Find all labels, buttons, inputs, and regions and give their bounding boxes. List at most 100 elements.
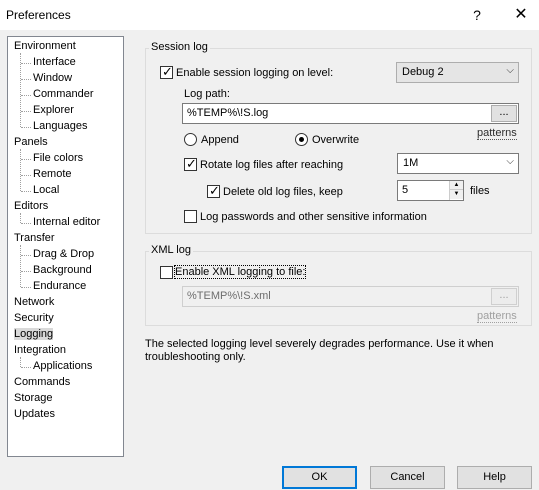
stepper-buttons: ▲ ▼ bbox=[449, 181, 463, 200]
tree-item-label: Remote bbox=[33, 168, 72, 180]
enable-xml-logging-checkbox[interactable] bbox=[160, 266, 173, 279]
tree-item-label: Environment bbox=[14, 40, 76, 52]
rotate-size-value: 1M bbox=[403, 157, 419, 169]
rotate-log-files-checkbox[interactable]: ✓ bbox=[184, 156, 197, 171]
enable-xml-logging-label[interactable]: Enable XML logging to file: bbox=[173, 265, 307, 279]
cancel-button[interactable]: Cancel bbox=[370, 466, 445, 489]
tree-item[interactable]: Interface bbox=[33, 55, 76, 71]
tree-item-label: Commander bbox=[33, 88, 94, 100]
tree-connector bbox=[21, 191, 31, 192]
radio-selected-dot bbox=[299, 137, 304, 142]
preferences-tree[interactable]: Environment Interface Window Commander Explo… bbox=[7, 36, 124, 457]
tree-connector bbox=[21, 63, 31, 64]
tree-item-label: Applications bbox=[33, 360, 93, 372]
delete-old-log-files-label[interactable]: Delete old log files, keep bbox=[223, 186, 343, 198]
tree-item[interactable]: Integration bbox=[14, 343, 66, 359]
tree-item-label: Interface bbox=[33, 56, 76, 68]
log-path-value: %TEMP%\!S.log bbox=[187, 107, 269, 119]
xml-log-path-value: %TEMP%\!S.xml bbox=[187, 290, 271, 302]
tree-connector bbox=[21, 95, 31, 96]
append-label[interactable]: Append bbox=[201, 134, 239, 146]
tree-item[interactable]: File colors bbox=[33, 151, 83, 167]
tree-connector bbox=[21, 111, 31, 112]
window-title: Preferences bbox=[6, 8, 71, 22]
check-icon: ✓ bbox=[209, 183, 220, 198]
tree-item[interactable]: Remote bbox=[33, 167, 72, 183]
tree-item-label: Transfer bbox=[14, 232, 55, 244]
tree-item[interactable]: Local bbox=[33, 183, 59, 199]
overwrite-label[interactable]: Overwrite bbox=[312, 134, 359, 146]
tree-item-label: Network bbox=[14, 296, 55, 308]
tree-connector bbox=[21, 271, 31, 272]
keep-files-stepper[interactable]: 5 ▲ ▼ bbox=[397, 180, 464, 201]
tree-item-label: Panels bbox=[14, 136, 48, 148]
files-label: files bbox=[470, 185, 490, 197]
tree-connector bbox=[20, 213, 21, 223]
tree-connector bbox=[20, 53, 21, 127]
xml-log-path-input[interactable]: %TEMP%\!S.xml bbox=[182, 286, 519, 307]
xml-log-path-browse-button[interactable]: ... bbox=[491, 288, 517, 305]
tree-item[interactable]: Updates bbox=[14, 407, 55, 423]
tree-connector bbox=[21, 367, 31, 368]
log-path-browse-button[interactable]: ... bbox=[491, 105, 517, 122]
stepper-down-icon[interactable]: ▼ bbox=[450, 190, 463, 199]
delete-old-log-files-checkbox[interactable]: ✓ bbox=[207, 183, 220, 198]
tree-connector bbox=[21, 79, 31, 80]
enable-session-logging-label[interactable]: Enable session logging on level: bbox=[176, 67, 333, 79]
tree-item[interactable]: Commander bbox=[33, 87, 94, 103]
log-passwords-label[interactable]: Log passwords and other sensitive inform… bbox=[200, 211, 427, 223]
tree-item-label: Drag & Drop bbox=[33, 248, 95, 260]
ok-button[interactable]: OK bbox=[282, 466, 357, 489]
close-icon[interactable]: ✕ bbox=[508, 4, 534, 26]
tree-item-label: Explorer bbox=[33, 104, 74, 116]
tree-item[interactable]: Security bbox=[14, 311, 54, 327]
tree-item[interactable]: Window bbox=[33, 71, 72, 87]
chevron-down-icon: ⌵ bbox=[506, 65, 514, 76]
xml-log-path-patterns-link[interactable]: patterns bbox=[477, 310, 517, 323]
tree-item[interactable]: Logging bbox=[14, 327, 54, 343]
rotate-size-combo[interactable]: 1M ⌵ bbox=[397, 153, 519, 174]
help-icon[interactable]: ? bbox=[466, 5, 488, 25]
tree-item-label: Languages bbox=[33, 120, 88, 132]
tree-connector bbox=[20, 149, 21, 191]
tree-item-label: Local bbox=[33, 184, 60, 196]
tree-item[interactable]: Internal editor bbox=[33, 215, 100, 231]
tree-connector bbox=[21, 159, 31, 160]
log-passwords-checkbox[interactable] bbox=[184, 210, 197, 223]
tree-item[interactable]: Environment bbox=[14, 39, 76, 55]
tree-item-label: Commands bbox=[14, 376, 71, 388]
log-path-label: Log path: bbox=[184, 88, 230, 100]
log-path-patterns-link[interactable]: patterns bbox=[477, 127, 517, 140]
log-path-input[interactable]: %TEMP%\!S.log bbox=[182, 103, 519, 124]
tree-connector bbox=[20, 245, 21, 287]
stepper-up-icon[interactable]: ▲ bbox=[450, 181, 463, 190]
tree-connector bbox=[21, 223, 31, 224]
tree-item[interactable]: Endurance bbox=[33, 279, 86, 295]
tree-connector bbox=[21, 175, 31, 176]
help-button[interactable]: Help bbox=[457, 466, 532, 489]
logging-level-select[interactable]: Debug 2 ⌵ bbox=[396, 62, 519, 83]
tree-item-label: Editors bbox=[14, 200, 49, 212]
tree-item[interactable]: Languages bbox=[33, 119, 87, 135]
tree-item[interactable]: Commands bbox=[14, 375, 70, 391]
tree-item[interactable]: Applications bbox=[33, 359, 92, 375]
overwrite-radio[interactable] bbox=[295, 133, 308, 146]
tree-item-label: Background bbox=[33, 264, 92, 276]
tree-item-label: Endurance bbox=[33, 280, 87, 292]
append-radio[interactable] bbox=[184, 133, 197, 146]
tree-item[interactable]: Drag & Drop bbox=[33, 247, 94, 263]
check-icon: ✓ bbox=[186, 156, 197, 171]
rotate-log-files-label[interactable]: Rotate log files after reaching bbox=[200, 159, 343, 171]
title-bar: Preferences ? ✕ bbox=[0, 0, 539, 30]
tree-item[interactable]: Explorer bbox=[33, 103, 74, 119]
keep-files-value: 5 bbox=[402, 184, 409, 196]
check-icon: ✓ bbox=[162, 64, 173, 79]
enable-session-logging-checkbox[interactable]: ✓ bbox=[160, 64, 173, 79]
chevron-down-icon: ⌵ bbox=[506, 156, 514, 167]
tree-item[interactable]: Storage bbox=[14, 391, 53, 407]
tree-item-label: File colors bbox=[33, 152, 84, 164]
tree-item[interactable]: Background bbox=[33, 263, 92, 279]
tree-item-label: Updates bbox=[14, 408, 55, 420]
tree-item-label: Window bbox=[33, 72, 73, 84]
tree-item[interactable]: Network bbox=[14, 295, 54, 311]
